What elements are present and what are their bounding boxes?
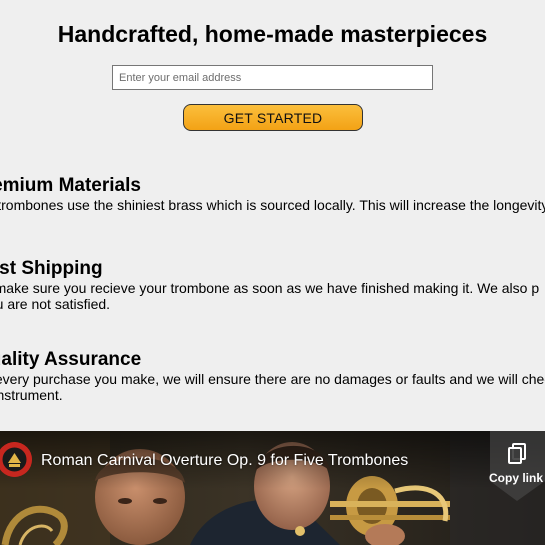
copy-link-label: Copy link <box>489 471 544 485</box>
get-started-button[interactable]: GET STARTED <box>183 104 363 131</box>
feature-text: Our trombones use the shiniest brass whi… <box>0 197 545 213</box>
feature-quality-assurance: Quality Assurance For every purchase you… <box>0 349 545 403</box>
feature-text-line: We make sure you recieve your trombone a… <box>0 280 540 296</box>
feature-title: Fast Shipping <box>0 258 103 279</box>
copy-link-button[interactable]: Copy link <box>489 431 545 501</box>
copy-icon <box>508 443 526 464</box>
feature-fast-shipping: Fast Shipping We make sure you recieve y… <box>0 258 545 312</box>
copy-link-backdrop <box>490 431 545 501</box>
video-embed[interactable]: Roman Carnival Overture Op. 9 for Five T… <box>0 431 545 545</box>
feature-title: Quality Assurance <box>0 349 142 370</box>
feature-title: Premium Materials <box>0 175 141 196</box>
hero-title: Handcrafted, home-made masterpieces <box>57 21 488 47</box>
email-field[interactable] <box>112 65 433 90</box>
video-title[interactable]: Roman Carnival Overture Op. 9 for Five T… <box>41 452 408 470</box>
landing-page: Handcrafted, home-made masterpieces GET … <box>0 0 545 545</box>
feature-text-line: if you are not satisfied. <box>0 296 111 312</box>
feature-text-line: the instrument. <box>0 387 63 403</box>
feature-text-line: For every purchase you make, we will ens… <box>0 371 545 387</box>
feature-premium-materials: Premium Materials Our trombones use the … <box>0 175 545 213</box>
